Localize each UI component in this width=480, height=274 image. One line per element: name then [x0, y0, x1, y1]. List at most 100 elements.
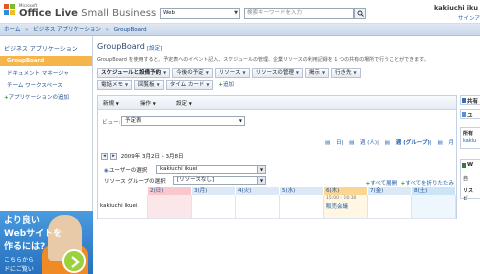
calendar-cell[interactable] — [280, 195, 324, 219]
menu-upcoming[interactable]: 今後の予定 ▼ — [172, 68, 213, 78]
sign-out-link[interactable]: サインア — [458, 14, 480, 22]
add-application-link[interactable]: +アプリケーションの追加 — [0, 91, 92, 103]
left-nav-heading[interactable]: ビジネス アプリケーション — [0, 36, 92, 55]
search-input[interactable]: 検索キーワードを入力 — [244, 8, 354, 19]
chevron-down-icon: ▼ — [257, 166, 265, 173]
menu-whereabouts[interactable]: 行き先 ▼ — [331, 68, 361, 78]
search-icon — [357, 10, 364, 17]
event-time: 15:00 - 16:30 — [326, 196, 357, 201]
promo-line4: ドにご覧い — [4, 266, 34, 273]
calendar-cell[interactable] — [368, 195, 412, 219]
chevron-down-icon: ▼ — [205, 70, 209, 75]
view-switcher: ▤ 日| ▤ 週 (人)| ▤ 週 (グループ)| ▤ 月 — [324, 140, 454, 146]
menu-bulletin[interactable]: 掲示 ▼ — [304, 68, 330, 78]
calendar-cell[interactable] — [412, 195, 456, 219]
add-menu-link[interactable]: +追加 — [215, 80, 234, 90]
toolbar-actions[interactable]: 操作 ▼ — [140, 99, 156, 107]
user-select[interactable]: kakiuchi ikuei ▼ — [156, 165, 266, 174]
right-box-owner: 所有 kakiu — [460, 127, 480, 149]
menu-circular[interactable]: 回覧板 ▼ — [134, 80, 164, 90]
calendar-day-header[interactable]: 8(土) — [412, 187, 456, 195]
menu-resources[interactable]: リソース ▼ — [214, 68, 250, 78]
toolbar-new[interactable]: 新規 ▼ — [103, 99, 119, 107]
right-column: 共有 ユ 所有 kakiu W 自 リス ビ — [460, 95, 480, 274]
calendar-row-user: kakiuchi ikuei — [98, 195, 148, 219]
calendar-user-row: kakiuchi ikuei 15:00 - 16:30 販売会議 — [98, 195, 456, 219]
breadcrumb-separator: » — [105, 27, 109, 33]
menu-resource-admin[interactable]: リソースの管理 ▼ — [251, 68, 303, 78]
right-box-user: ユ — [460, 109, 480, 119]
calendar-day-header[interactable]: 7(金) — [368, 187, 412, 195]
prev-week-button[interactable]: ◂ — [101, 153, 108, 160]
brand-title[interactable]: Office Live Small Business — [19, 8, 156, 19]
page-description: GroupBoard を使用すると、予定表へのイベント記入、スケジュールの管理、… — [97, 57, 429, 63]
resource-select[interactable]: [リソースなし] ▼ — [173, 176, 266, 185]
chevron-down-icon: ▼ — [353, 70, 357, 75]
calendar-day-header[interactable]: 4(火) — [236, 187, 280, 195]
calendar-cell[interactable] — [236, 195, 280, 219]
chevron-down-icon: ▼ — [257, 177, 265, 184]
promo-line3: こちらから — [4, 257, 35, 264]
resource-select-label: リソース グループの選択 — [104, 179, 166, 185]
menu-phone-memo[interactable]: 電話メモ ▼ — [97, 80, 133, 90]
user-icon — [462, 112, 466, 117]
calendar-header-row: 2(日) 3(月) 4(火) 5(水) 6(木) 7(金) 8(土) — [98, 187, 456, 195]
calendar-day-header[interactable]: 6(木) — [324, 187, 368, 195]
view-week-person-link[interactable]: ▤ 週 (人) — [349, 140, 377, 146]
chevron-down-icon: ▼ — [156, 82, 160, 87]
breadcrumb-groupboard[interactable]: GroupBoard — [114, 27, 147, 33]
calendar-cell[interactable] — [148, 195, 192, 219]
calendar-day-header[interactable]: 3(月) — [192, 187, 236, 195]
week-calendar: 2(日) 3(月) 4(火) 5(水) 6(木) 7(金) 8(土) kakiu… — [98, 187, 456, 219]
office-logo-icon — [4, 4, 16, 16]
page-title: GroupBoard — [97, 42, 145, 51]
menu-time-card[interactable]: タイム カード ▼ — [165, 80, 214, 90]
breadcrumb-home[interactable]: ホーム — [4, 27, 20, 33]
date-navigator: ◂ ▸ 2009年 3月2日 - 3月8日 — [101, 152, 183, 160]
left-nav-item-team-workspace[interactable]: チーム ワークスペース — [0, 79, 92, 91]
breadcrumb-separator: » — [25, 27, 29, 33]
toolbar-settings[interactable]: 設定 ▼ — [176, 99, 192, 107]
calendar-day-header[interactable]: 5(水) — [280, 187, 324, 195]
promo-line1: より良い — [4, 216, 40, 226]
menu-row-2: 電話メモ ▼ 回覧板 ▼ タイム カード ▼ +追加 — [97, 80, 234, 90]
search-button[interactable] — [354, 8, 366, 19]
web-icon — [462, 163, 466, 168]
chevron-down-icon: ▼ — [242, 70, 246, 75]
settings-link[interactable]: [設定] — [147, 44, 162, 52]
right-box-web: W 自 リス ビ — [460, 159, 480, 202]
left-nav-item-document-manager[interactable]: ドキュメント マネージャ — [0, 67, 92, 79]
chevron-down-icon: ▼ — [234, 10, 238, 16]
chevron-down-icon: ▼ — [125, 82, 129, 87]
chevron-down-icon: ▼ — [163, 70, 167, 75]
right-box-shared: 共有 — [460, 95, 480, 105]
chevron-down-icon: ▼ — [238, 118, 242, 123]
user-select-label: ◉ユーザーの選択 — [104, 168, 148, 174]
top-bar: Microsoft Office Live Small Business Web… — [0, 0, 480, 24]
promo-line2: Webサイトを 作るには? — [4, 229, 63, 252]
view-day-link[interactable]: ▤ 日 — [325, 140, 341, 146]
next-week-button[interactable]: ▸ — [110, 153, 117, 160]
breadcrumb-business-apps[interactable]: ビジネス アプリケーション — [33, 27, 101, 33]
promo-banner[interactable]: より良い Webサイトを 作るには? こちらから ドにご覧い — [0, 211, 93, 274]
chevron-down-icon: ▼ — [321, 70, 326, 75]
search-scope-select[interactable]: Web ▼ — [160, 8, 240, 19]
calendar-day-header[interactable]: 2(日) — [148, 187, 192, 195]
calendar-cell[interactable]: 15:00 - 16:30 販売会議 — [324, 195, 368, 219]
chevron-down-icon: ▼ — [206, 82, 210, 87]
event-title-link[interactable]: 販売会議 — [326, 202, 348, 210]
arrow-right-icon[interactable] — [62, 249, 86, 273]
calendar-corner — [98, 187, 148, 195]
user-name: kakiuchi iku — [433, 4, 478, 12]
calendar-cell[interactable] — [192, 195, 236, 219]
date-range: 2009年 3月2日 - 3月8日 — [120, 154, 184, 160]
view-select[interactable]: 予定表 ▼ — [121, 116, 245, 126]
view-label: ビュー: — [102, 120, 121, 126]
view-month-link[interactable]: ▤ 月 — [438, 140, 454, 146]
view-week-group-link[interactable]: ▤ 週 (グループ) — [385, 140, 430, 146]
shared-icon — [462, 98, 466, 103]
schedule-panel: 新規 ▼ 操作 ▼ 設定 ▼ ビュー: 予定表 ▼ ▤ 日| ▤ 週 (人)| ▤… — [97, 95, 457, 219]
menu-schedule[interactable]: スケジュールと設備予約 ▼ — [97, 68, 171, 78]
left-nav-item-groupboard[interactable]: GroupBoard — [0, 56, 92, 66]
left-nav: ビジネス アプリケーション GroupBoard ドキュメント マネージャ チー… — [0, 36, 93, 211]
